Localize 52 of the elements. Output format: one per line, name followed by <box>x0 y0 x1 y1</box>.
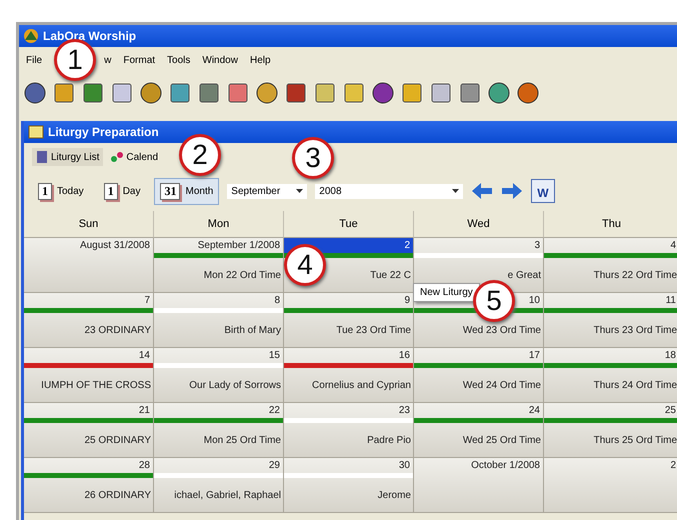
day-date: 15 <box>268 349 280 363</box>
day-date: 9 <box>404 294 410 308</box>
day-date: 2 <box>670 459 676 473</box>
liturgy-title: Mon 25 Ord Time <box>204 434 281 446</box>
liturgy-title: Thurs 25 Ord Time <box>594 434 677 446</box>
liturgy-title: Wed 25 Ord Time <box>462 434 541 446</box>
liturgy-title: e Great <box>508 270 541 280</box>
liturgy-title: Tue 23 Ord Time <box>336 324 411 336</box>
liturgy-title: Padre Pio <box>367 434 411 446</box>
liturgy-title: Tue 22 C <box>370 270 411 280</box>
day-date: 22 <box>268 404 280 418</box>
day-date: October 1/2008 <box>471 459 540 473</box>
day-date: 3 <box>534 239 540 253</box>
liturgy-title: Jerome <box>378 490 411 500</box>
day-date: 21 <box>138 404 150 418</box>
day-date: 25 <box>664 404 676 418</box>
column-header: Mon <box>154 211 284 238</box>
liturgy-title: Our Lady of Sorrows <box>189 380 281 390</box>
day-date: 29 <box>268 459 280 473</box>
column-header: Sun <box>24 211 154 238</box>
day-date: 11 <box>666 294 676 308</box>
liturgy-title: Thurs 24 Ord Time <box>594 380 677 390</box>
day-date: 2 <box>404 239 410 253</box>
liturgy-title: Thurs 23 Ord Time <box>594 324 677 336</box>
column-header: Wed <box>414 211 544 238</box>
liturgy-title: Birth of Mary <box>224 324 281 336</box>
day-date: 30 <box>398 459 410 473</box>
liturgy-title: Cornelius and Cyprian <box>312 380 411 390</box>
day-date: September 1/2008 <box>198 239 280 253</box>
liturgy-title: Thurs 22 Ord Time <box>594 270 677 280</box>
liturgy-title: 25 ORDINARY <box>84 434 151 446</box>
day-date: 14 <box>138 349 150 363</box>
liturgy-title: 26 ORDINARY <box>84 490 151 500</box>
day-date: 17 <box>528 349 540 363</box>
day-date: 18 <box>664 349 676 363</box>
day-date: 28 <box>138 459 150 473</box>
liturgy-title: Mon 22 Ord Time <box>204 270 281 280</box>
day-date: 23 <box>398 404 410 418</box>
child-window-title: Liturgy Preparation <box>48 125 159 139</box>
day-date: 8 <box>274 294 280 308</box>
day-date: 4 <box>670 239 676 253</box>
liturgy-title: Wed 24 Ord Time <box>462 380 541 390</box>
day-date: 24 <box>528 404 540 418</box>
day-date: 10 <box>528 294 540 308</box>
column-header: Tue <box>284 211 414 238</box>
day-date: 7 <box>144 294 150 308</box>
liturgy-title: IUMPH OF THE CROSS <box>41 380 151 390</box>
day-date: 16 <box>398 349 410 363</box>
liturgy-title: 23 ORDINARY <box>84 324 151 336</box>
liturgy-title: Wed 23 Ord Time <box>462 324 541 336</box>
liturgy-title: ichael, Gabriel, Raphael <box>174 490 281 500</box>
day-date: August 31/2008 <box>80 239 150 253</box>
